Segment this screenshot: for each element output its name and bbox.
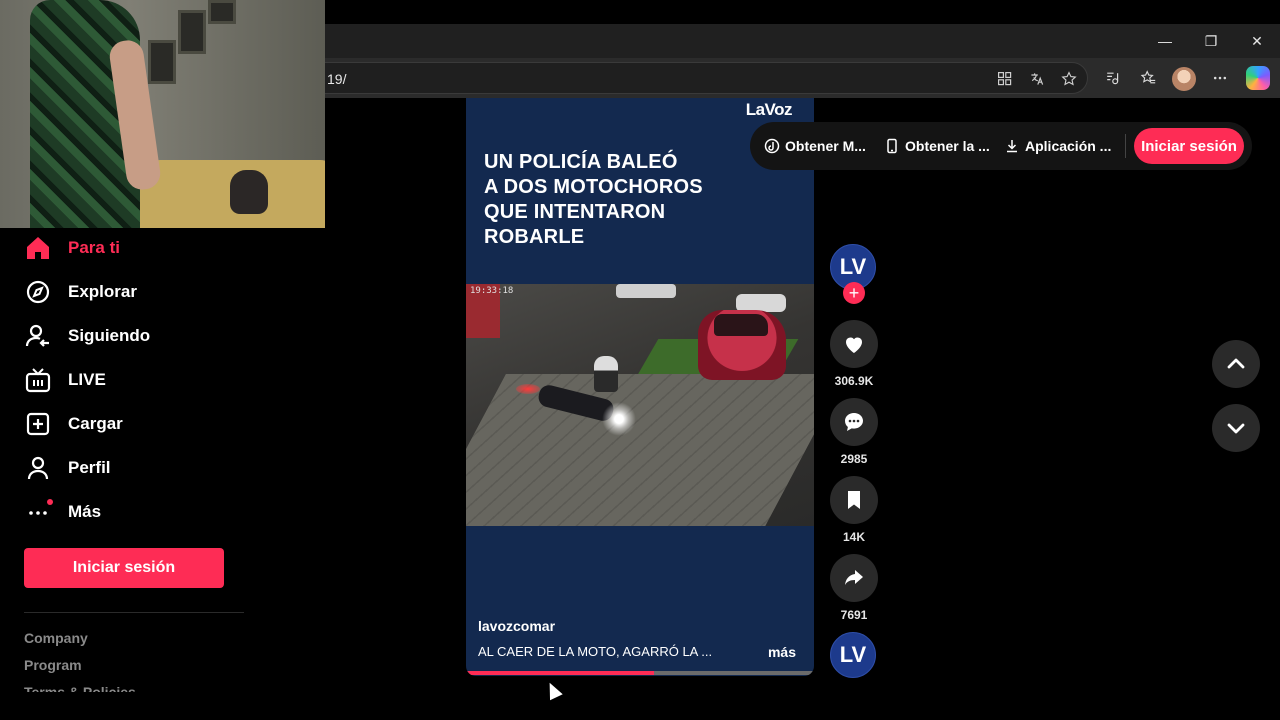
get-coins-link[interactable]: Obtener M... [764, 138, 866, 154]
cctv-timestamp: 19:33:18 [470, 286, 514, 296]
light-flash [602, 402, 636, 436]
chevron-up-icon [1227, 358, 1245, 369]
footer-link-terms[interactable]: Terms & Policies [24, 684, 136, 692]
compass-icon [26, 280, 50, 304]
share-arrow-icon [845, 570, 863, 585]
like-count: 306.9K [834, 374, 874, 388]
sidebar-item-label: Explorar [68, 282, 137, 301]
like-button[interactable] [830, 320, 878, 368]
sidebar-item-label: Perfil [68, 458, 111, 477]
sidebar-item-label: Cargar [68, 414, 123, 433]
comment-button[interactable] [830, 398, 878, 446]
wall-photo-frame [148, 40, 176, 84]
sidebar-item-cargar[interactable]: Cargar [24, 408, 123, 440]
live-icon [25, 368, 51, 393]
save-button[interactable] [830, 476, 878, 524]
tiktok-coin-icon [764, 138, 780, 154]
favorite-star-icon[interactable] [1059, 69, 1079, 89]
wall-photo-frame [178, 10, 206, 54]
video-headline: UN POLICÍA BALEÓ A DOS MOTOCHOROS QUE IN… [484, 150, 784, 250]
headline-line: ROBARLE [484, 226, 585, 248]
settings-more-icon[interactable] [1210, 68, 1230, 88]
get-app-link[interactable]: Obtener la ... [884, 138, 990, 154]
favorites-icon[interactable] [1138, 68, 1158, 88]
sidebar-item-perfil[interactable]: Perfil [24, 452, 111, 484]
person-head [230, 170, 268, 214]
follow-button[interactable]: + [843, 282, 865, 304]
pill-label: Obtener M... [785, 138, 866, 154]
pill-label: Aplicación ... [1025, 138, 1112, 154]
video-progress-fill [466, 671, 654, 675]
sidebar-item-live[interactable]: LIVE [24, 364, 106, 396]
video-player[interactable]: LaVoz UN POLICÍA BALEÓ A DOS MOTOCHOROS … [466, 98, 814, 676]
webcam-overlay [0, 0, 325, 228]
media-control-icon[interactable] [1102, 68, 1122, 88]
home-icon [27, 237, 49, 259]
pill-separator [1125, 134, 1126, 158]
minimize-button[interactable]: — [1142, 24, 1188, 58]
share-count: 7691 [840, 608, 868, 622]
sidebar-item-label: Siguiendo [68, 326, 151, 345]
sidebar-divider [24, 612, 244, 613]
video-caption: AL CAER DE LA MOTO, AGARRÓ LA ... [478, 644, 713, 659]
headline-line: QUE INTENTARON [484, 201, 666, 223]
top-login-button[interactable]: Iniciar sesión [1134, 128, 1244, 164]
screen: — ❐ ✕ 19/ Para ti Explorar Siguiendo LIV… [0, 0, 1280, 720]
close-window-button[interactable]: ✕ [1234, 24, 1280, 58]
chevron-down-icon [1227, 423, 1245, 434]
profile-icon [27, 456, 49, 480]
translate-icon[interactable] [1027, 69, 1047, 89]
comment-icon [845, 413, 863, 431]
sidebar-item-mas[interactable]: Más [24, 496, 101, 528]
sidebar-item-label: LIVE [68, 370, 106, 389]
rider-figure [594, 356, 618, 392]
copilot-icon[interactable] [1246, 66, 1270, 90]
caption-more-link[interactable]: más [768, 644, 796, 660]
following-icon [25, 324, 49, 347]
url-text: 19/ [327, 71, 347, 87]
sidebar-item-label: Más [68, 502, 102, 521]
pill-label: Obtener la ... [905, 138, 990, 154]
sidebar-item-siguiendo[interactable]: Siguiendo [24, 320, 150, 352]
sidewalk [466, 374, 814, 526]
upload-icon [26, 412, 50, 436]
headline-line: A DOS MOTOCHOROS [484, 176, 703, 198]
bookmark-icon [848, 491, 860, 509]
video-progress-bar[interactable] [466, 671, 814, 675]
next-video-button[interactable] [1212, 404, 1260, 452]
sidebar-item-para-ti[interactable]: Para ti [24, 232, 120, 264]
wall-photo-frame [208, 0, 236, 24]
previous-video-button[interactable] [1212, 340, 1260, 388]
download-app-link[interactable]: Aplicación ... [1004, 138, 1111, 154]
notification-dot [47, 499, 53, 505]
share-button[interactable] [830, 554, 878, 602]
heart-icon [846, 337, 862, 353]
car-windshield [714, 314, 768, 336]
comment-count: 2985 [840, 452, 868, 466]
brand-logo: LaVoz [745, 100, 793, 119]
restore-button[interactable]: ❐ [1188, 24, 1234, 58]
apps-icon[interactable] [995, 69, 1015, 89]
cctv-footage: 19:33:18 [466, 284, 814, 526]
sidebar-item-explorar[interactable]: Explorar [24, 276, 137, 308]
address-bar[interactable]: 19/ [300, 62, 1088, 94]
download-icon [1007, 140, 1017, 153]
sidebar-item-label: Para ti [68, 238, 120, 257]
footer-link-company[interactable]: Company [24, 630, 88, 646]
sidebar-login-button[interactable]: Iniciar sesión [24, 548, 224, 588]
video-username[interactable]: lavozcomar [478, 618, 555, 634]
music-avatar[interactable]: LV [830, 632, 876, 678]
profile-avatar[interactable] [1172, 67, 1196, 91]
footer-link-program[interactable]: Program [24, 657, 82, 673]
distant-car [616, 284, 676, 298]
tail-light [516, 384, 540, 394]
headline-line: UN POLICÍA BALEÓ [484, 151, 678, 173]
phone-icon [887, 138, 897, 154]
save-count: 14K [842, 530, 865, 544]
